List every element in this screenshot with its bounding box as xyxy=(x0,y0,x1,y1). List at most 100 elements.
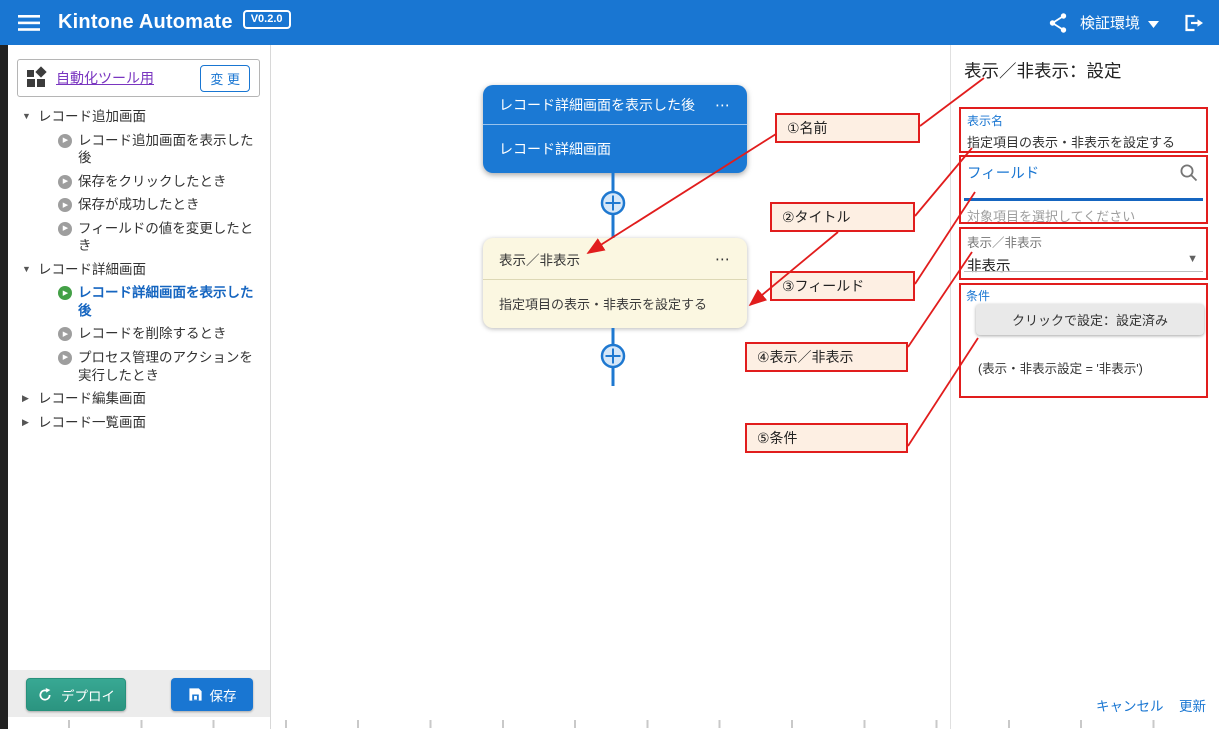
condition-group: 条件 クリックで設定：設定済み (表示・非表示設定 = '非表示') xyxy=(959,283,1208,398)
tree-item-label: 保存をクリックしたとき xyxy=(78,173,227,191)
tree-item[interactable]: レコード編集画面 xyxy=(8,387,268,411)
tree-item[interactable]: レコード一覧画面 xyxy=(8,411,268,435)
app-grid-icon xyxy=(27,68,47,88)
trigger-card-header: レコード詳細画面を表示した後 ⋯ xyxy=(483,85,747,125)
tree-item-label: レコード一覧画面 xyxy=(38,414,146,432)
tree-item-label: 保存が成功したとき xyxy=(78,196,200,214)
kintone-automate-app: Kintone Automate V0.2.0 検証環境 自動化ツール用 xyxy=(0,0,1219,729)
app-selector: 自動化ツール用 変 更 xyxy=(17,59,260,97)
tree-item-label: レコード追加画面 xyxy=(38,108,146,126)
action-card[interactable]: 表示／非表示 ⋯ 指定項目の表示・非表示を設定する xyxy=(483,238,747,328)
event-play-icon xyxy=(58,286,72,300)
tree-item-label: レコードを削除するとき xyxy=(78,325,227,343)
hamburger-menu-icon[interactable] xyxy=(18,15,40,31)
tree-item[interactable]: レコード追加画面 xyxy=(8,105,268,129)
sidebar: 自動化ツール用 変 更 レコード追加画面 レコード追加画面を表示した後 保存をク… xyxy=(8,45,271,729)
save-floppy-icon xyxy=(188,687,203,702)
tree-item-label: レコード詳細画面 xyxy=(38,261,146,279)
annotation-box: ④表示／非表示 xyxy=(745,342,908,372)
deploy-button[interactable]: デプロイ xyxy=(26,678,126,711)
action-card-body: 指定項目の表示・非表示を設定する xyxy=(483,280,747,327)
event-play-icon xyxy=(58,327,72,341)
display-name-value[interactable]: 指定項目の表示・非表示を設定する xyxy=(967,132,1200,151)
condition-expression: (表示・非表示設定 = '非表示') xyxy=(978,358,1143,377)
tree-item[interactable]: プロセス管理のアクションを実行したとき xyxy=(8,346,268,387)
app-title: Kintone Automate xyxy=(58,11,233,34)
collapsed-nav-rail xyxy=(0,45,8,729)
deploy-button-label: デプロイ xyxy=(61,685,115,705)
annotation-label: ⑤条件 xyxy=(757,428,798,448)
env-caret-icon[interactable] xyxy=(1148,15,1159,33)
change-app-button[interactable]: 変 更 xyxy=(200,65,250,92)
annotation-box: ③フィールド xyxy=(770,271,915,301)
event-play-icon xyxy=(58,134,72,148)
annotation-box: ②タイトル xyxy=(770,202,915,232)
tree-item[interactable]: 保存をクリックしたとき xyxy=(8,170,268,194)
tree-item[interactable]: レコード詳細画面を表示した後 xyxy=(8,281,268,322)
visibility-underline xyxy=(964,271,1203,272)
tree-item[interactable]: 保存が成功したとき xyxy=(8,193,268,217)
logout-icon[interactable] xyxy=(1181,12,1205,34)
tree-item[interactable]: レコード詳細画面 xyxy=(8,258,268,282)
action-subtitle: 指定項目の表示・非表示を設定する xyxy=(499,294,707,313)
save-button-label: 保存 xyxy=(210,685,237,705)
current-app-link[interactable]: 自動化ツール用 xyxy=(56,68,154,88)
tree-caret-icon[interactable] xyxy=(22,390,38,405)
panel-title: 表示／非表示：設定 xyxy=(964,58,1122,83)
share-icon[interactable] xyxy=(1048,12,1068,34)
visibility-label: 表示／非表示 xyxy=(967,232,1200,251)
cancel-button[interactable]: キャンセル xyxy=(1096,695,1164,715)
condition-label: 条件 xyxy=(966,287,990,304)
tree-item-label: レコード編集画面 xyxy=(38,390,146,408)
sidebar-footer: デプロイ 保存 xyxy=(8,670,270,717)
tree-item-label: プロセス管理のアクションを実行したとき xyxy=(78,349,264,384)
trigger-card[interactable]: レコード詳細画面を表示した後 ⋯ レコード詳細画面 xyxy=(483,85,747,173)
visibility-select-group[interactable]: 表示／非表示 非表示 ▼ xyxy=(959,227,1208,280)
more-dots-icon[interactable]: ⋯ xyxy=(715,96,731,114)
select-caret-icon[interactable]: ▼ xyxy=(1187,253,1198,265)
annotation-label: ④表示／非表示 xyxy=(757,347,854,367)
action-title: 表示／非表示 xyxy=(499,249,580,269)
tree-caret-icon[interactable] xyxy=(22,108,38,123)
field-input-underline[interactable] xyxy=(964,198,1203,201)
event-play-icon xyxy=(58,175,72,189)
deploy-refresh-icon xyxy=(37,687,53,703)
event-tree: レコード追加画面 レコード追加画面を表示した後 保存をクリックしたとき 保存が成… xyxy=(8,105,268,434)
field-group: フィールド 対象項目を選択してください xyxy=(959,155,1208,224)
tree-item[interactable]: フィールドの値を変更したとき xyxy=(8,217,268,258)
trigger-card-body: レコード詳細画面 xyxy=(483,125,747,172)
plus-circle-icon xyxy=(602,345,624,367)
annotation-box: ①名前 xyxy=(775,113,920,143)
visibility-value[interactable]: 非表示 xyxy=(967,255,1200,276)
search-icon[interactable] xyxy=(1179,163,1199,188)
environment-selector[interactable]: 検証環境 xyxy=(1080,12,1140,33)
condition-set-button[interactable]: クリックで設定：設定済み xyxy=(976,304,1204,335)
save-button[interactable]: 保存 xyxy=(171,678,253,711)
display-name-group: 表示名 指定項目の表示・非表示を設定する xyxy=(959,107,1208,153)
trigger-title: レコード詳細画面を表示した後 xyxy=(499,95,695,115)
plus-circle-icon xyxy=(602,192,624,214)
trigger-subtitle: レコード詳細画面 xyxy=(499,139,611,159)
top-app-bar: Kintone Automate V0.2.0 検証環境 xyxy=(0,0,1219,45)
tree-item-label: レコード追加画面を表示した後 xyxy=(78,132,264,167)
tree-item-label: レコード詳細画面を表示した後 xyxy=(78,284,264,319)
settings-panel: 表示／非表示：設定 表示名 指定項目の表示・非表示を設定する フィールド 対象項… xyxy=(950,45,1219,729)
display-name-label: 表示名 xyxy=(967,112,1200,129)
event-play-icon xyxy=(58,198,72,212)
annotation-label: ①名前 xyxy=(787,118,828,138)
version-badge: V0.2.0 xyxy=(243,10,291,29)
event-play-icon xyxy=(58,351,72,365)
tree-item-label: フィールドの値を変更したとき xyxy=(78,220,264,255)
action-card-header: 表示／非表示 ⋯ xyxy=(483,238,747,280)
tree-caret-icon[interactable] xyxy=(22,261,38,276)
more-dots-icon[interactable]: ⋯ xyxy=(715,250,731,268)
annotation-box: ⑤条件 xyxy=(745,423,908,453)
tree-item[interactable]: レコード追加画面を表示した後 xyxy=(8,129,268,170)
tree-item[interactable]: レコードを削除するとき xyxy=(8,322,268,346)
field-label: フィールド xyxy=(967,162,1039,183)
annotation-label: ③フィールド xyxy=(782,276,864,296)
update-button[interactable]: 更新 xyxy=(1179,695,1206,715)
field-helper-text: 対象項目を選択してください xyxy=(967,206,1135,225)
event-play-icon xyxy=(58,222,72,236)
tree-caret-icon[interactable] xyxy=(22,414,38,429)
